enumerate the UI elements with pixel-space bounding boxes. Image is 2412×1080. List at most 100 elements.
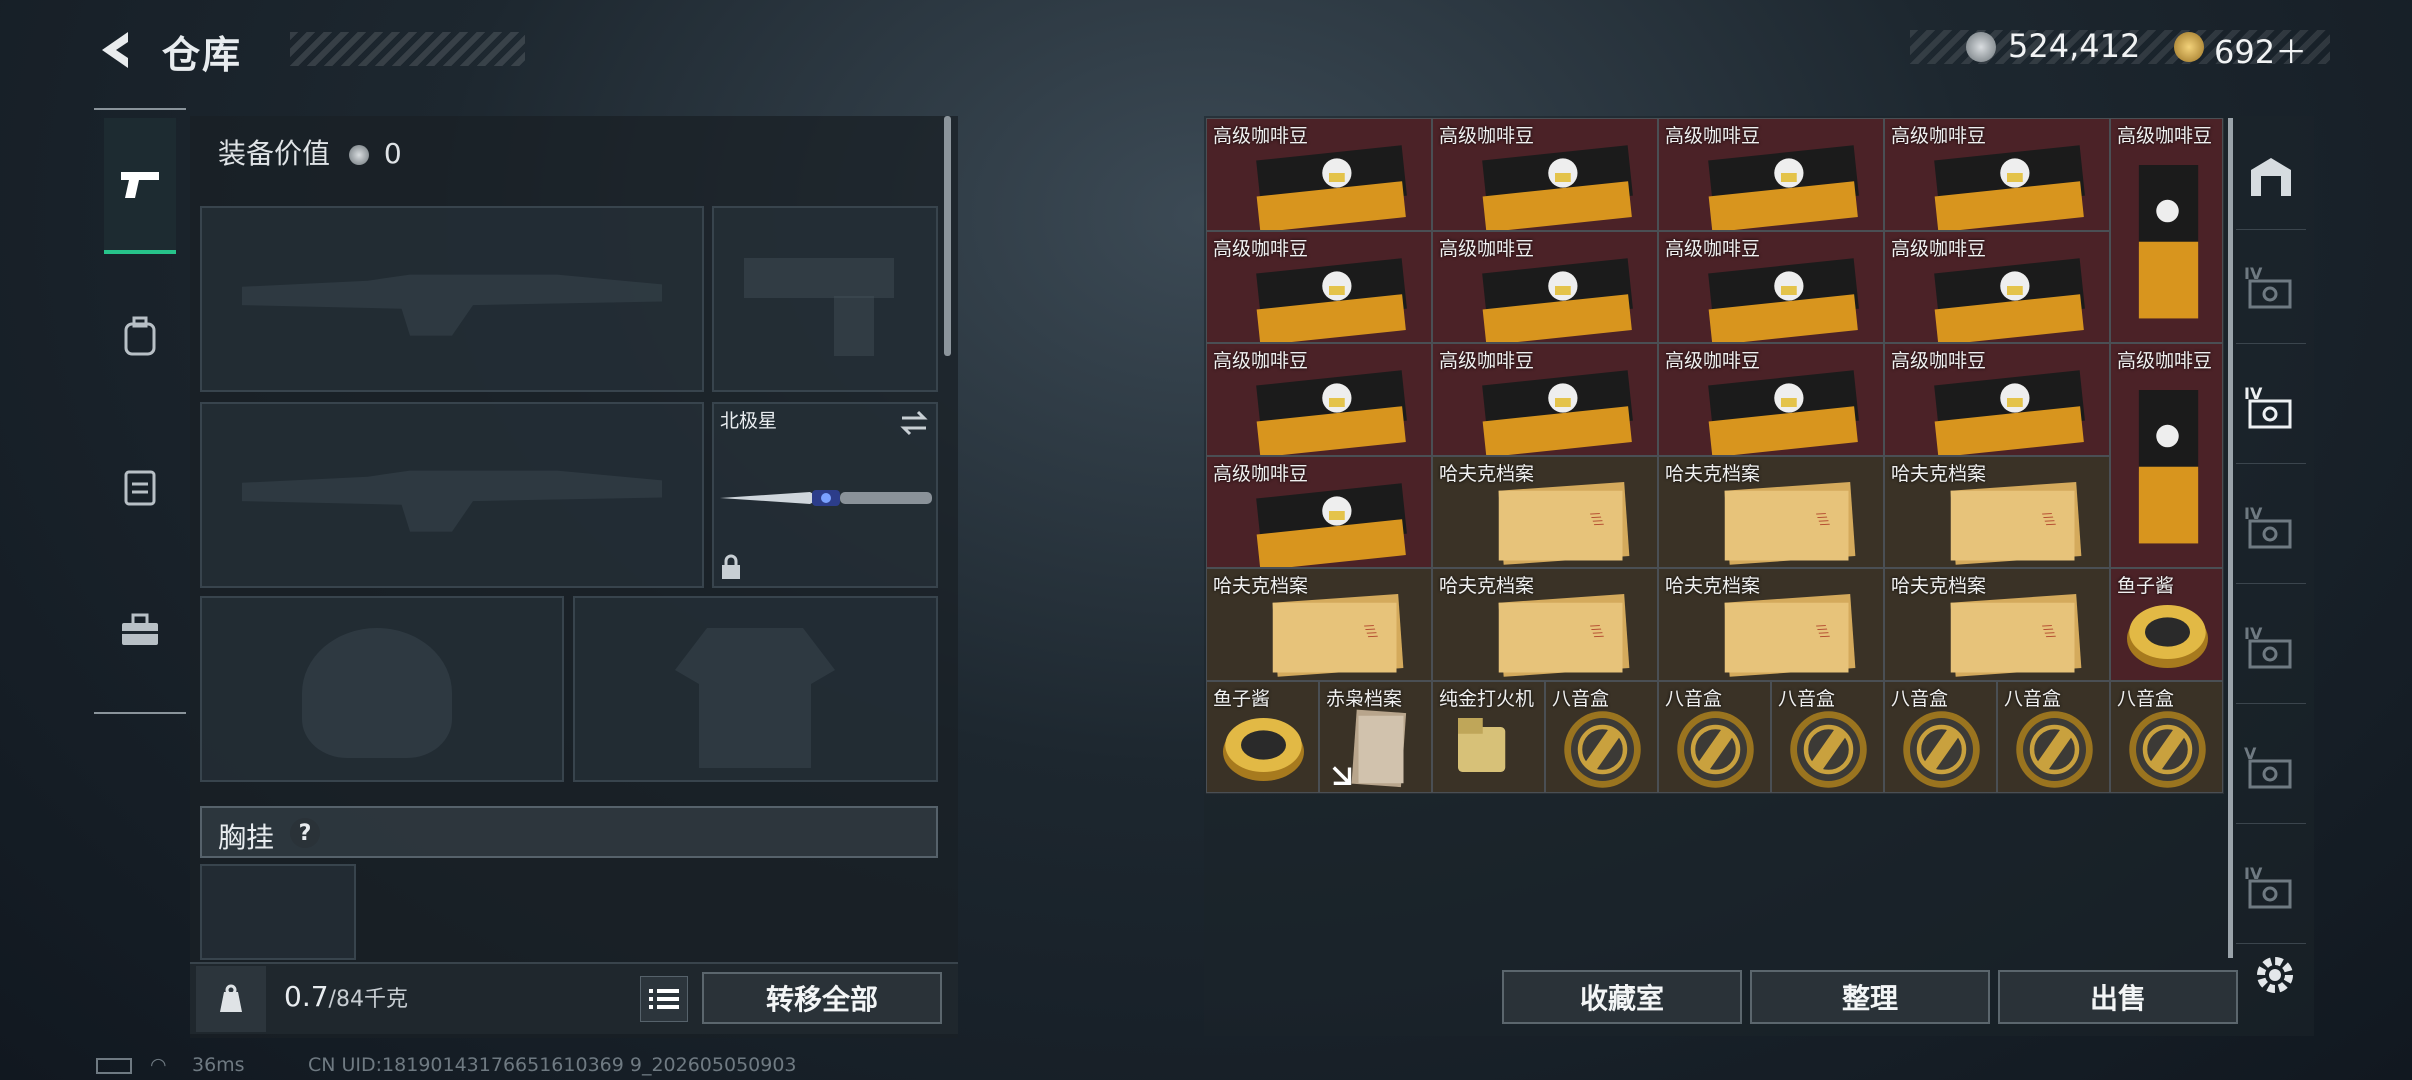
battery-icon (96, 1058, 132, 1074)
inventory-item[interactable]: ////哈夫克档案 (1432, 568, 1658, 681)
sell-button[interactable]: 出售 (1998, 970, 2238, 1024)
sort-button[interactable]: 整理 (1750, 970, 1990, 1024)
item-name: 八音盒 (1891, 687, 1949, 710)
inventory-item[interactable]: ////哈夫克档案 (1884, 568, 2110, 681)
item-name: 高级咖啡豆 (1891, 237, 1987, 260)
gold-currency-amount[interactable]: 692＋ (2214, 27, 2307, 73)
item-name: 高级咖啡豆 (1891, 125, 1987, 147)
pistol-slot[interactable] (712, 206, 938, 392)
storage-tab[interactable]: V (2236, 716, 2306, 824)
inventory-item[interactable]: 高级咖啡豆 (1432, 343, 1658, 456)
equipment-value: 0 (383, 137, 402, 170)
item-name: 哈夫克档案 (1665, 575, 1761, 597)
storage-tab-level: IV (2244, 384, 2263, 403)
chest-rig-slot[interactable] (200, 864, 356, 960)
inventory-item[interactable]: 高级咖啡豆 (1884, 230, 2110, 343)
warehouse-icon (2251, 157, 2291, 196)
wifi-icon: ◠ (150, 1054, 167, 1076)
inventory-item[interactable]: 八音盒 (2110, 680, 2223, 793)
inventory-item[interactable]: 高级咖啡豆 (1658, 343, 1884, 456)
help-icon[interactable]: ? (290, 818, 320, 848)
warehouse-category[interactable] (2236, 122, 2306, 230)
inventory-item[interactable]: 八音盒 (1545, 680, 1658, 793)
inventory-item[interactable]: 高级咖啡豆 (1432, 118, 1658, 231)
storage-tab[interactable]: IV (2236, 476, 2306, 584)
item-name: 哈夫克档案 (1213, 575, 1309, 597)
nav-armor[interactable] (104, 268, 176, 404)
item-name: 哈夫克档案 (1439, 462, 1535, 485)
ping-text: 36ms (192, 1054, 245, 1076)
list-view-button[interactable] (640, 976, 688, 1022)
equipment-scrollbar[interactable] (944, 116, 951, 356)
inventory-item[interactable]: 高级咖啡豆 (1206, 455, 1432, 568)
item-name: 高级咖啡豆 (1439, 125, 1535, 147)
inventory-item[interactable]: 高级咖啡豆 (1206, 343, 1432, 456)
item-name: 高级咖啡豆 (1213, 237, 1309, 260)
swap-icon[interactable] (898, 410, 930, 436)
inventory-item[interactable]: 高级咖啡豆 (1658, 230, 1884, 343)
item-name: 高级咖啡豆 (1213, 125, 1309, 147)
item-name: 哈夫克档案 (1439, 575, 1535, 597)
item-name: 八音盒 (1665, 687, 1723, 710)
item-name: 八音盒 (1552, 687, 1610, 710)
chest-rig-header[interactable]: 胸挂 ? (200, 806, 938, 858)
list-icon (649, 989, 679, 1009)
inventory-item[interactable]: 高级咖啡豆 (1884, 343, 2110, 456)
inventory-item[interactable]: 高级咖啡豆 (1206, 230, 1432, 343)
inventory-item[interactable]: 八音盒 (1884, 680, 1997, 793)
inventory-item[interactable]: 八音盒 (1771, 680, 1884, 793)
inventory-item[interactable]: ////哈夫克档案 (1658, 455, 1884, 568)
collection-room-button[interactable]: 收藏室 (1502, 970, 1742, 1024)
silver-currency-amount: 524,412 (2008, 27, 2141, 65)
inventory-item[interactable]: 鱼子酱 (1206, 680, 1319, 793)
item-name: 高级咖啡豆 (1665, 350, 1761, 372)
nav-weapons[interactable] (104, 118, 176, 254)
storage-tab[interactable]: IV (2236, 236, 2306, 344)
item-name: 八音盒 (1778, 687, 1836, 710)
storage-tab[interactable]: IV (2236, 596, 2306, 704)
storage-tab[interactable]: IV (2236, 836, 2306, 944)
inventory-item[interactable]: ////哈夫克档案 (1432, 455, 1658, 568)
item-name: 赤枭档案 (1326, 687, 1403, 710)
item-name: 哈夫克档案 (1665, 462, 1761, 485)
inventory-item[interactable]: ////哈夫克档案 (1658, 568, 1884, 681)
settings-icon[interactable] (2252, 952, 2298, 1002)
coffee-bag-icon (2138, 390, 2199, 544)
helmet-slot[interactable] (200, 596, 564, 782)
inventory-item[interactable]: ////哈夫克档案 (1884, 455, 2110, 568)
inventory-item[interactable]: 高级咖啡豆 (1884, 118, 2110, 231)
silver-coin-icon (1966, 32, 1996, 62)
knife-image (720, 490, 932, 506)
item-name: 高级咖啡豆 (1213, 462, 1309, 485)
inventory-item[interactable]: 八音盒 (1658, 680, 1771, 793)
item-name: 纯金打火机 (1439, 687, 1535, 710)
page-title: 仓库 (162, 33, 243, 77)
storage-tab-level: V (2244, 744, 2257, 763)
secondary-weapon-slot[interactable] (200, 402, 704, 588)
inventory-item[interactable]: 高级咖啡豆 (1658, 118, 1884, 231)
inventory-item[interactable]: ////哈夫克档案 (1206, 568, 1432, 681)
item-name: 八音盒 (2004, 687, 2062, 710)
inventory-item[interactable]: 八音盒 (1997, 680, 2110, 793)
inventory-item[interactable]: 高级咖啡豆 (1432, 230, 1658, 343)
melee-weapon-name: 北极星 (720, 410, 778, 432)
inventory-item[interactable]: 赤枭档案 (1319, 680, 1432, 793)
primary-weapon-slot[interactable] (200, 206, 704, 392)
inventory-item[interactable]: 高级咖啡豆 (1206, 118, 1432, 231)
body-armor-slot[interactable] (573, 596, 938, 782)
nav-gear[interactable] (104, 418, 176, 554)
inventory-item[interactable]: 鱼子酱 (2110, 568, 2223, 681)
inventory-item[interactable]: 纯金打火机 (1432, 680, 1545, 793)
item-name: 高级咖啡豆 (1891, 350, 1987, 372)
toolbox-icon (122, 613, 158, 645)
storage-tab-level: IV (2244, 264, 2263, 283)
inventory-item[interactable]: 高级咖啡豆 (2110, 343, 2223, 568)
storage-tab[interactable]: IV (2236, 356, 2306, 464)
item-name: 鱼子酱 (1213, 687, 1271, 710)
inventory-item[interactable]: 高级咖啡豆 (2110, 118, 2223, 343)
coffee-bag-icon (2138, 165, 2199, 319)
melee-weapon-slot[interactable]: 北极星 (712, 402, 938, 588)
nav-toolbox[interactable] (104, 562, 176, 698)
back-arrow-icon[interactable] (94, 28, 138, 72)
transfer-all-button[interactable]: 转移全部 (702, 972, 942, 1024)
